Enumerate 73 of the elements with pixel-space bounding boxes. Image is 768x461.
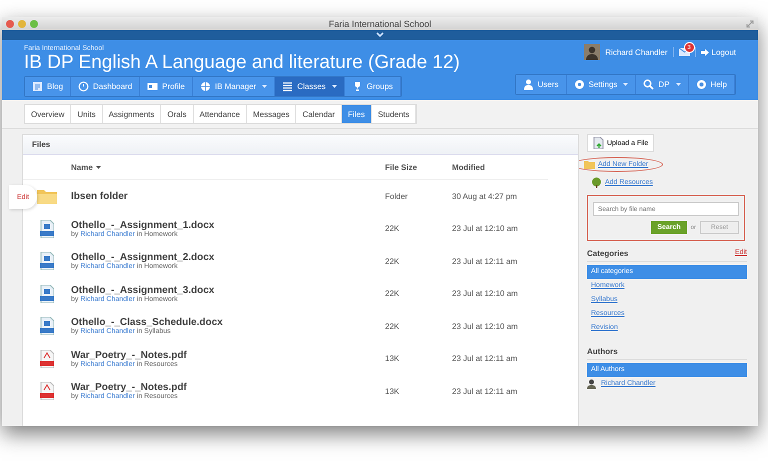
document-icon <box>40 317 54 336</box>
help-icon <box>696 79 707 90</box>
file-upload-icon <box>593 137 604 149</box>
close-button[interactable] <box>6 20 14 28</box>
file-name[interactable]: Othello_-_Class_Schedule.docx <box>71 317 385 328</box>
file-name[interactable]: Othello_-_Assignment_3.docx <box>71 284 385 296</box>
document-icon <box>32 81 43 92</box>
tree-icon <box>591 177 602 188</box>
sort-icon <box>96 166 101 168</box>
fullscreen-icon[interactable] <box>746 20 754 28</box>
search-icon <box>643 79 654 90</box>
caret-icon <box>262 85 268 88</box>
document-icon <box>40 220 54 238</box>
chevron-down-icon[interactable] <box>376 32 384 38</box>
modified-date: 23 Jul at 12:11 am <box>452 256 518 266</box>
course-title: IB DP English A Language and literature (Grade 12) <box>24 52 460 73</box>
nav-button[interactable]: Dashboard <box>71 77 140 96</box>
column-header[interactable]: Name <box>71 162 101 172</box>
user-link[interactable]: Richard Chandler <box>605 48 668 56</box>
file-size: 13K <box>385 386 400 396</box>
file-size: 22K <box>385 256 400 266</box>
tab[interactable]: Files <box>342 105 372 123</box>
document-icon <box>40 252 54 270</box>
pdf-icon <box>40 350 54 368</box>
nav-button[interactable]: Users <box>516 75 567 94</box>
modified-date: 23 Jul at 12:10 am <box>452 289 519 298</box>
nav-button[interactable]: Settings <box>566 75 636 94</box>
pdf-icon <box>40 382 54 400</box>
gauge-icon <box>78 81 90 92</box>
folder-icon <box>584 160 595 169</box>
panel-title: Files <box>32 140 50 149</box>
modified-date: 23 Jul at 12:11 am <box>452 386 518 396</box>
file-name[interactable]: Othello_-_Assignment_2.docx <box>71 252 385 264</box>
modified-date: 30 Aug at 4:27 pm <box>452 192 518 201</box>
modified-date: 23 Jul at 12:11 am <box>452 354 518 364</box>
section-title: Authors <box>587 347 618 356</box>
file-size: 22K <box>385 322 400 331</box>
globe-icon <box>200 81 211 92</box>
column-header[interactable]: File Size <box>385 162 418 172</box>
modified-date: 23 Jul at 12:10 am <box>452 322 519 331</box>
nav-button[interactable]: DP <box>636 75 689 94</box>
file-size: Folder <box>385 192 409 201</box>
nav-button[interactable]: Blog <box>25 77 72 96</box>
file-name[interactable]: War_Poetry_-_Notes.pdf <box>71 382 385 394</box>
caret-icon <box>623 83 628 86</box>
file-size: 22K <box>385 224 400 234</box>
id-card-icon <box>147 81 158 92</box>
section-title: Categories <box>587 249 628 258</box>
person-icon <box>522 79 534 90</box>
modified-date: 23 Jul at 12:10 am <box>452 224 519 234</box>
list-icon <box>282 81 294 92</box>
file-name[interactable]: Ibsen folder <box>71 190 385 202</box>
folder-icon <box>37 188 57 204</box>
minimize-button[interactable] <box>18 20 26 28</box>
nav-button[interactable]: Help <box>688 75 735 94</box>
nav-button[interactable]: Groups <box>344 77 401 96</box>
column-header[interactable]: Modified <box>452 162 485 172</box>
document-icon <box>40 284 54 303</box>
caret-icon <box>332 85 337 88</box>
file-size: 22K <box>385 289 400 298</box>
logout-link[interactable]: Logout <box>700 48 736 56</box>
settings-icon <box>574 79 585 90</box>
file-name[interactable]: Othello_-_Assignment_1.docx <box>71 220 385 231</box>
file-name[interactable]: War_Poetry_-_Notes.pdf <box>71 350 385 361</box>
zoom-button[interactable] <box>30 20 38 28</box>
file-size: 13K <box>385 354 400 364</box>
nav-button[interactable]: IB Manager <box>192 77 276 96</box>
nav-button[interactable]: Profile <box>140 77 193 96</box>
nav-button[interactable]: Classes <box>275 77 345 96</box>
logout-icon <box>700 48 709 56</box>
window-title: Faria International School <box>328 18 432 28</box>
caret-icon <box>676 83 681 86</box>
person-icon <box>587 379 596 389</box>
